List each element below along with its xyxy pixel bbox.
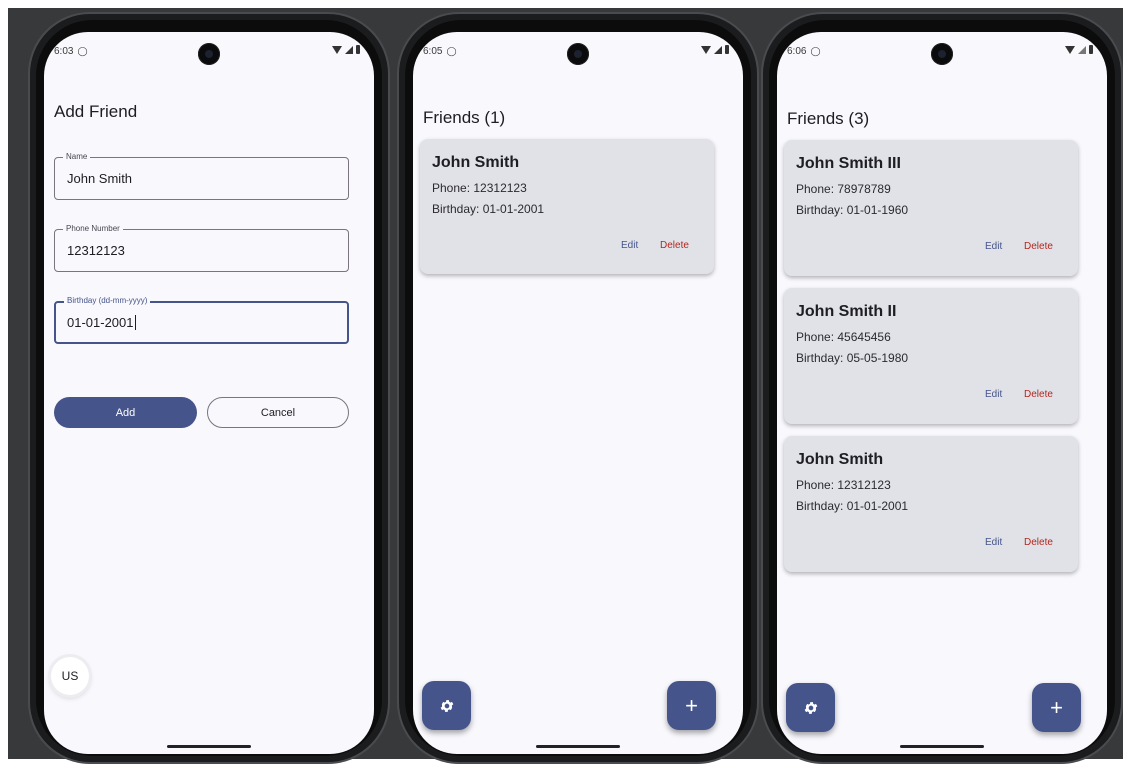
status-time-text: 6:03 [54, 46, 74, 57]
signal-icon [714, 45, 722, 54]
plus-icon: + [1050, 694, 1063, 720]
gesture-nav-handle[interactable] [167, 745, 251, 748]
friend-birthday: Birthday: 01-01-2001 [796, 499, 909, 513]
wifi-icon [332, 45, 342, 54]
status-bar-time: 6:03 ◯ [54, 46, 88, 57]
phone-friends-1: 6:05 ◯ Friends (1) John Smith Phone: 1231… [397, 12, 759, 764]
edit-button[interactable]: Edit [985, 537, 1002, 548]
status-time-text: 6:05 [423, 46, 443, 57]
camera-cutout [931, 43, 953, 65]
friend-name: John Smith II [796, 303, 897, 320]
wifi-icon [701, 45, 711, 54]
battery-icon [725, 45, 729, 54]
cancel-button[interactable]: Cancel [207, 397, 349, 428]
friend-phone: Phone: 12312123 [432, 181, 527, 195]
status-time-text: 6:06 [787, 46, 807, 57]
signal-icon [345, 45, 353, 54]
birthday-field-value-wrap: 01-01-2001 [67, 315, 136, 330]
edit-button[interactable]: Edit [985, 241, 1002, 252]
battery-icon [1089, 45, 1093, 54]
screen-add-friend: 6:03 ◯ Add Friend Name John Smith Phone N… [44, 32, 374, 754]
edit-button[interactable]: Edit [621, 240, 638, 251]
plus-icon: + [685, 692, 698, 718]
phone-friends-3: 6:06 ◯ Friends (3) John Smith III Phone: … [761, 12, 1123, 764]
gear-icon [804, 701, 817, 714]
delete-button[interactable]: Delete [1024, 537, 1053, 548]
camera-cutout [567, 43, 589, 65]
camera-cutout [198, 43, 220, 65]
page-title: Friends (3) [787, 109, 870, 128]
friend-birthday: Birthday: 01-01-2001 [432, 202, 545, 216]
gesture-nav-handle[interactable] [536, 745, 620, 748]
phone-number-field-label: Phone Number [63, 224, 123, 233]
language-button[interactable]: US [51, 657, 89, 695]
friend-name: John Smith III [796, 155, 901, 172]
phone-add-friend: 6:03 ◯ Add Friend Name John Smith Phone N… [28, 12, 390, 764]
friend-name: John Smith [432, 154, 520, 171]
add-friend-button[interactable]: + [667, 681, 716, 730]
friend-card: John Smith II Phone: 45645456 Birthday: … [784, 288, 1078, 424]
text-caret [134, 315, 136, 330]
add-button[interactable]: Add [54, 397, 197, 428]
status-bar-time: 6:05 ◯ [423, 46, 457, 57]
signal-icon [1078, 45, 1086, 54]
delete-button[interactable]: Delete [1024, 389, 1053, 400]
phone-number-field-value: 12312123 [67, 243, 125, 258]
name-field[interactable]: Name John Smith [54, 152, 349, 200]
shield-icon: ◯ [810, 46, 821, 56]
friend-phone: Phone: 12312123 [796, 478, 891, 492]
friend-name: John Smith [796, 451, 884, 468]
screen-friends-list: 6:06 ◯ Friends (3) John Smith III Phone: … [777, 32, 1107, 754]
page-title: Add Friend [54, 102, 138, 121]
delete-button[interactable]: Delete [660, 240, 689, 251]
birthday-field[interactable]: Birthday (dd-mm-yyyy) 01-01-2001 [54, 296, 349, 344]
status-icons [332, 45, 360, 54]
friend-phone: Phone: 45645456 [796, 330, 891, 344]
status-icons [1065, 45, 1093, 54]
delete-button[interactable]: Delete [1024, 241, 1053, 252]
phone-number-field[interactable]: Phone Number 12312123 [54, 224, 349, 272]
wifi-icon [1065, 45, 1075, 54]
friend-card: John Smith III Phone: 78978789 Birthday:… [784, 140, 1078, 276]
friend-birthday: Birthday: 01-01-1960 [796, 203, 909, 217]
friend-card: John Smith Phone: 12312123 Birthday: 01-… [420, 139, 714, 274]
name-field-label: Name [63, 152, 91, 161]
settings-button[interactable] [786, 683, 835, 732]
add-friend-button[interactable]: + [1032, 683, 1081, 732]
birthday-field-value: 01-01-2001 [67, 315, 134, 330]
settings-button[interactable] [422, 681, 471, 730]
friend-phone: Phone: 78978789 [796, 182, 891, 196]
edit-button[interactable]: Edit [985, 389, 1002, 400]
gear-icon [440, 699, 453, 712]
shield-icon: ◯ [446, 46, 457, 56]
birthday-field-label: Birthday (dd-mm-yyyy) [64, 296, 151, 305]
gesture-nav-handle[interactable] [900, 745, 984, 748]
friend-birthday: Birthday: 05-05-1980 [796, 351, 909, 365]
name-field-value: John Smith [67, 171, 133, 186]
battery-icon [356, 45, 360, 54]
page-title: Friends (1) [423, 108, 506, 127]
screen-friends-list: 6:05 ◯ Friends (1) John Smith Phone: 1231… [413, 32, 743, 754]
status-icons [701, 45, 729, 54]
shield-icon: ◯ [77, 46, 88, 56]
friend-card: John Smith Phone: 12312123 Birthday: 01-… [784, 436, 1078, 572]
status-bar-time: 6:06 ◯ [787, 46, 821, 57]
